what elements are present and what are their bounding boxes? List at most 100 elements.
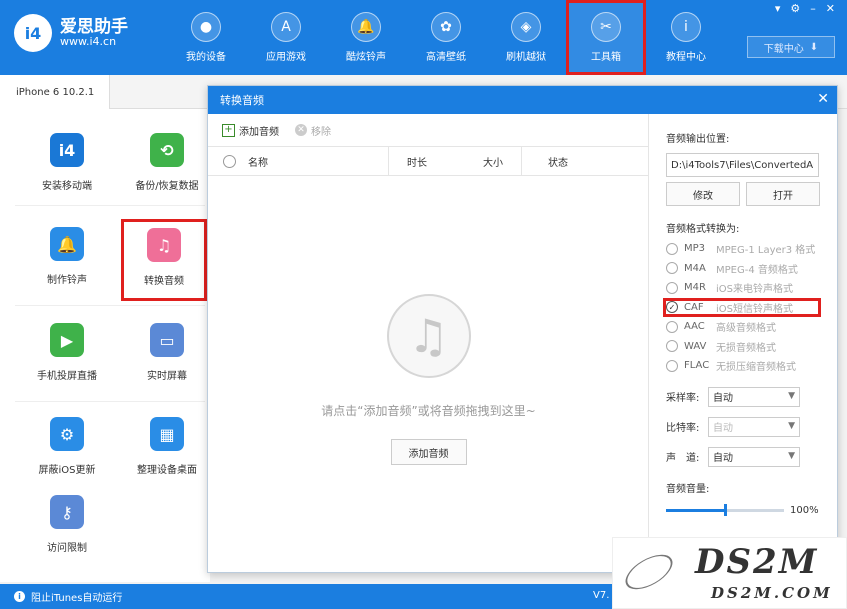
bit-rate-row: 比特率: 自动 ▼ [666, 416, 839, 438]
radio-checked-icon[interactable]: ✓ [666, 301, 678, 314]
volume-slider[interactable] [666, 503, 784, 516]
tool-label: 备份/恢复数据 [135, 181, 199, 192]
format-code: MP3 [684, 243, 706, 255]
tool-8[interactable]: ⚷ 访问限制 [17, 495, 117, 554]
tool-2[interactable]: 🔔 制作铃声 [17, 227, 117, 286]
select-all-checkbox[interactable] [223, 154, 236, 168]
add-audio-toolbar-button[interactable]: + 添加音频 [222, 123, 279, 138]
nav-item-2[interactable]: 🔔 酷炫铃声 [326, 0, 406, 75]
download-center-button[interactable]: 下载中心 ⬇ [747, 36, 835, 58]
format-option-aac[interactable]: AAC 高级音频格式 [666, 317, 839, 337]
divider [15, 205, 205, 206]
channel-select[interactable]: 自动 ▼ [708, 446, 800, 467]
remove-button[interactable]: ✕ 移除 [295, 123, 331, 138]
format-radio-group: MP3 MPEG-1 Layer3 格式 M4A MPEG-4 音频格式 M4R iOS来… [663, 239, 839, 376]
tool-5[interactable]: ▭ 实时屏幕 [117, 323, 217, 382]
apple-icon: ● [191, 12, 221, 42]
add-audio-button[interactable]: 添加音频 [390, 439, 467, 465]
format-option-mp3[interactable]: MP3 MPEG-1 Layer3 格式 [666, 239, 839, 259]
chevron-down-icon: ▼ [788, 390, 795, 401]
output-location-label: 音频输出位置: [666, 134, 730, 145]
backup-restore-icon: ⟲ [150, 133, 184, 167]
nav-item-1[interactable]: A 应用游戏 [246, 0, 326, 75]
format-code: M4A [684, 262, 706, 274]
tool-3[interactable]: ♫ 转换音频 [121, 219, 207, 301]
radio-icon[interactable] [666, 320, 678, 333]
radio-icon[interactable] [666, 359, 678, 372]
bell-icon: 🔔 [351, 12, 381, 42]
divider [15, 305, 205, 306]
volume-thumb[interactable] [724, 503, 727, 516]
add-file-icon: + [222, 123, 235, 137]
app-header: i4 爱思助手 www.i4.cn ● 我的设备 A 应用游戏 🔔 酷炫铃声 ✿ 高清壁纸 ◈ 刷… [0, 0, 847, 75]
nav-item-5[interactable]: ✂ 工具箱 [566, 0, 646, 75]
sample-rate-label: 采样率: [666, 393, 700, 404]
tool-1[interactable]: ⟲ 备份/恢复数据 [117, 133, 217, 192]
info-icon: i [671, 12, 701, 42]
bit-rate-select[interactable]: 自动 ▼ [708, 416, 800, 437]
drop-zone[interactable]: ♫ 请点击“添加音频”或将音频拖拽到这里~ 添加音频 [208, 208, 649, 574]
nav-item-3[interactable]: ✿ 高清壁纸 [406, 0, 486, 75]
download-center-label: 下载中心 [763, 43, 804, 55]
format-option-m4a[interactable]: M4A MPEG-4 音频格式 [666, 259, 839, 279]
sample-rate-value: 自动 [713, 393, 733, 404]
volume-fill [666, 508, 725, 512]
format-option-flac[interactable]: FLAC 无损压缩音频格式 [666, 356, 839, 376]
format-option-wav[interactable]: WAV 无损音频格式 [666, 337, 839, 357]
bit-rate-label: 比特率: [666, 423, 700, 434]
tool-label: 安装移动端 [42, 181, 92, 192]
sample-rate-select[interactable]: 自动 ▼ [708, 386, 800, 407]
format-code: M4R [684, 282, 706, 294]
tool-label: 制作铃声 [47, 275, 87, 286]
format-option-caf[interactable]: ✓ CAF iOS短信铃声格式 [663, 297, 821, 317]
radio-icon[interactable] [666, 242, 678, 255]
close-icon[interactable]: ✕ [817, 91, 829, 107]
close-window-icon[interactable]: ✕ [826, 2, 835, 15]
volume-row: 100% [666, 503, 839, 516]
device-tab[interactable]: iPhone 6 10.2.1 [0, 75, 110, 109]
col-status[interactable]: 状态 [521, 146, 588, 176]
nav-label: 应用游戏 [266, 52, 306, 63]
channel-value: 自动 [713, 453, 733, 464]
nav-item-0[interactable]: ● 我的设备 [166, 0, 246, 75]
tool-4[interactable]: ▶ 手机投屏直播 [17, 323, 117, 382]
tool-7[interactable]: ▦ 整理设备桌面 [117, 417, 217, 476]
watermark: DS2M DS2M.COM [612, 537, 847, 609]
radio-icon[interactable] [666, 340, 678, 353]
modify-button[interactable]: 修改 [666, 182, 740, 206]
format-option-m4r[interactable]: M4R iOS来电铃声格式 [666, 278, 839, 298]
chevron-down-icon: ▼ [788, 450, 795, 461]
output-path-field[interactable] [666, 153, 819, 177]
tool-0[interactable]: i4 安装移动端 [17, 133, 117, 192]
convert-audio-dialog: 转换音频 ✕ + 添加音频 ✕ 移除 名称 时长 大小 状态 ♫ 请点击“添加音… [207, 85, 839, 582]
dialog-title: 转换音频 [220, 94, 264, 107]
nav-label: 酷炫铃声 [346, 52, 386, 63]
col-duration[interactable]: 时长 [388, 146, 445, 176]
format-desc: iOS来电铃声格式 [716, 284, 793, 296]
tool-label: 整理设备桌面 [137, 465, 197, 476]
window-controls: ▾ ⚙ – ✕ [775, 2, 835, 15]
divider [15, 401, 205, 402]
block-update-icon: ⚙ [50, 417, 84, 451]
nav-item-6[interactable]: i 教程中心 [646, 0, 726, 75]
skin-icon[interactable]: ▾ [775, 2, 781, 15]
tool-label: 访问限制 [47, 543, 87, 554]
key-icon: ⚷ [50, 495, 84, 529]
open-button[interactable]: 打开 [746, 182, 820, 206]
tool-6[interactable]: ⚙ 屏蔽iOS更新 [17, 417, 117, 476]
col-size[interactable]: 大小 [445, 146, 521, 176]
tools-grid: i4 安装移动端 ⟲ 备份/恢复数据 🔔 制作铃声 ♫ 转换音频 ▶ 手机投屏直播 ▭ 实时屏幕 ⚙ 屏蔽… [0, 109, 210, 582]
radio-icon[interactable] [666, 281, 678, 294]
chevron-down-icon: ▼ [788, 420, 795, 431]
col-name[interactable]: 名称 [248, 146, 388, 176]
nav-item-4[interactable]: ◈ 刷机越狱 [486, 0, 566, 75]
format-desc: 无损压缩音频格式 [716, 362, 796, 374]
format-code: WAV [684, 340, 707, 352]
minimize-icon[interactable]: – [810, 2, 816, 15]
nav-label: 刷机越狱 [506, 52, 546, 63]
volume-label: 音频音量: [666, 483, 710, 495]
tools-icon: ✂ [591, 12, 621, 42]
settings-icon[interactable]: ⚙ [790, 2, 800, 15]
radio-icon[interactable] [666, 262, 678, 275]
block-itunes-toggle[interactable]: 阻止iTunes自动运行 [31, 589, 122, 604]
